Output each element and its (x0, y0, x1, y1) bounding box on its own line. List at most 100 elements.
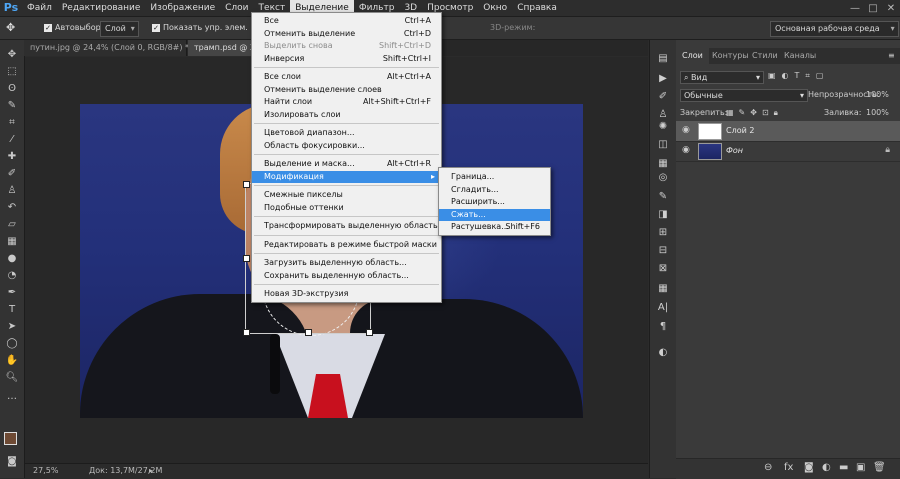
paragraph-icon[interactable]: ¶ (655, 320, 671, 334)
checkbox-icon[interactable]: ✓ (44, 23, 52, 32)
workspace-value[interactable]: Основная рабочая среда (770, 21, 899, 37)
menu-9[interactable]: Окно (478, 0, 512, 16)
3d-icon[interactable]: ◐ (655, 346, 671, 360)
panel-menu-icon[interactable]: ≡ (882, 48, 900, 64)
tab-channels[interactable]: Каналы (778, 48, 822, 64)
close-button[interactable]: ✕ (882, 3, 900, 14)
select-menu-item[interactable]: Трансформировать выделенную область (252, 220, 441, 232)
menu-3[interactable]: Слои (220, 0, 253, 16)
modify-menu-item[interactable]: Граница... (439, 171, 550, 183)
zoom-tool-icon[interactable]: 🔍︎ (4, 371, 20, 385)
styles-icon[interactable]: ✎ (655, 190, 671, 204)
transform-handle[interactable] (305, 329, 312, 336)
menu-2[interactable]: Изображение (145, 0, 220, 16)
layer-mask-icon[interactable]: ◙ (804, 462, 814, 473)
tab-layers[interactable]: Слои (676, 48, 709, 64)
adjustments-icon[interactable]: ✺ (655, 120, 671, 134)
select-menu-item[interactable]: Цветовой диапазон... (252, 127, 441, 139)
layer-name[interactable]: Слой 2 (726, 126, 754, 135)
marquee-tool-icon[interactable]: ⬚ (4, 65, 20, 79)
status-arrow-icon[interactable]: ▸ (149, 466, 153, 475)
opacity-value[interactable]: 100% (866, 90, 889, 99)
adjustment-layer-icon[interactable]: ◐ (822, 462, 831, 473)
character-icon[interactable]: A| (655, 301, 671, 315)
actions-icon[interactable]: ▶ (655, 72, 671, 86)
modify-menu-item[interactable]: Сгладить... (439, 184, 550, 196)
pen-tool-icon[interactable]: ✒ (4, 286, 20, 300)
transform-handle[interactable] (243, 329, 250, 336)
path-select-tool-icon[interactable]: ➤ (4, 320, 20, 334)
history-brush-icon[interactable]: ↶ (4, 201, 20, 215)
transform-handle[interactable] (243, 181, 250, 188)
select-menu-item[interactable]: Смежные пикселы (252, 189, 441, 201)
type-tool-icon[interactable]: T (4, 303, 20, 317)
layer-name[interactable]: Фон (726, 146, 743, 155)
select-menu-item[interactable]: Подобные оттенки (252, 202, 441, 214)
layer-filter-dropdown[interactable]: ⌕ Вид ▾ (680, 71, 764, 84)
stamp-tool-icon[interactable]: ♙ (4, 184, 20, 198)
layer-row-background[interactable]: ◉ Фон 🔒︎ (676, 141, 900, 162)
layer-row-layer2[interactable]: ◉ Слой 2 (676, 121, 900, 142)
workspace-dropdown[interactable]: Основная рабочая среда (770, 21, 899, 37)
autoselect-value[interactable]: Слой (100, 21, 139, 37)
minimize-button[interactable]: — (846, 3, 864, 14)
shape-tool-icon[interactable]: ◯ (4, 337, 20, 351)
show-controls-toggle[interactable]: ✓ Показать упр. элем. (152, 21, 248, 35)
blend-mode-dropdown[interactable]: Обычные ▾ (680, 89, 808, 102)
brush-panel-icon[interactable]: ✐ (655, 90, 671, 104)
transform-handle[interactable] (366, 329, 373, 336)
notes-icon[interactable]: ⊠ (655, 262, 671, 276)
transform-handle[interactable] (243, 255, 250, 262)
crop-tool-icon[interactable]: ⌗ (4, 116, 20, 130)
lock-icons[interactable]: ▦✎✥⊡🔒︎ (726, 108, 783, 118)
lasso-tool-icon[interactable]: ʘ (4, 82, 20, 96)
select-menu-item[interactable]: Редактировать в режиме быстрой маски (252, 239, 441, 251)
color-icon[interactable]: ◫ (655, 138, 671, 152)
select-menu-item[interactable]: Изолировать слои (252, 109, 441, 121)
more-tools-icon[interactable]: … (4, 390, 20, 404)
eye-icon[interactable]: ◉ (682, 125, 690, 135)
move-tool-icon[interactable]: ✥ (4, 48, 20, 62)
maximize-button[interactable]: □ (864, 3, 882, 14)
move-tool-icon[interactable]: ✥ (6, 21, 15, 35)
eyedropper-tool-icon[interactable]: ⁄ (4, 133, 20, 147)
autoselect-toggle[interactable]: ✓ Автовыбор: (44, 21, 103, 35)
select-menu-item[interactable]: Отменить выделение Ctrl+D (252, 28, 441, 40)
healing-tool-icon[interactable]: ✚ (4, 150, 20, 164)
select-menu-item[interactable]: Найти слои Alt+Shift+Ctrl+F (252, 96, 441, 108)
filter-icons[interactable]: ▣◐T⌗▢ (768, 71, 830, 81)
select-menu-item[interactable]: Отменить выделение слоев (252, 84, 441, 96)
info-icon[interactable]: ⊟ (655, 244, 671, 258)
quick-mask-icon[interactable]: ◙ (4, 455, 20, 469)
checkbox-icon[interactable]: ✓ (152, 23, 160, 32)
select-menu-item[interactable]: Все слои Alt+Ctrl+A (252, 71, 441, 83)
foreground-color-swatch[interactable] (4, 432, 17, 445)
modify-menu-item[interactable]: Расширить... (439, 196, 550, 208)
link-layers-icon[interactable]: ⊖ (764, 462, 772, 473)
layer-comps-icon[interactable]: ◨ (655, 208, 671, 222)
select-menu-item[interactable]: Сохранить выделенную область... (252, 270, 441, 282)
eraser-tool-icon[interactable]: ▱ (4, 218, 20, 232)
select-menu-item[interactable]: Выделение и маска... Alt+Ctrl+R (252, 158, 441, 170)
tab-document-1[interactable]: путин.jpg @ 24,4% (Слой 0, RGB/8#) * (24, 40, 189, 56)
modify-menu-item[interactable]: Растушевка... Shift+F6 (439, 221, 550, 233)
menu-10[interactable]: Справка (512, 0, 562, 16)
new-layer-icon[interactable]: ▣ (856, 462, 865, 473)
eye-icon[interactable]: ◉ (682, 145, 690, 155)
select-menu-item[interactable]: Новая 3D-экструзия (252, 288, 441, 300)
modify-menu-item[interactable]: Сжать... (439, 208, 550, 221)
select-menu-item[interactable]: Все Ctrl+A (252, 15, 441, 27)
select-menu-item[interactable]: Инверсия Shift+Ctrl+I (252, 53, 441, 65)
autoselect-dropdown[interactable]: Слой (100, 21, 139, 37)
blur-tool-icon[interactable]: ● (4, 252, 20, 266)
hand-tool-icon[interactable]: ✋ (4, 354, 20, 368)
select-menu-item[interactable]: Область фокусировки... (252, 140, 441, 152)
new-group-icon[interactable]: ▬ (839, 462, 848, 473)
glyphs-icon[interactable]: ▦ (655, 282, 671, 296)
brush-tool-icon[interactable]: ✐ (4, 167, 20, 181)
quick-select-tool-icon[interactable]: ✎ (4, 99, 20, 113)
libraries-icon[interactable]: ◎ (655, 171, 671, 185)
zoom-level[interactable]: 27,5% (33, 466, 58, 475)
menu-1[interactable]: Редактирование (57, 0, 146, 16)
layer-style-icon[interactable]: fx (784, 462, 793, 473)
